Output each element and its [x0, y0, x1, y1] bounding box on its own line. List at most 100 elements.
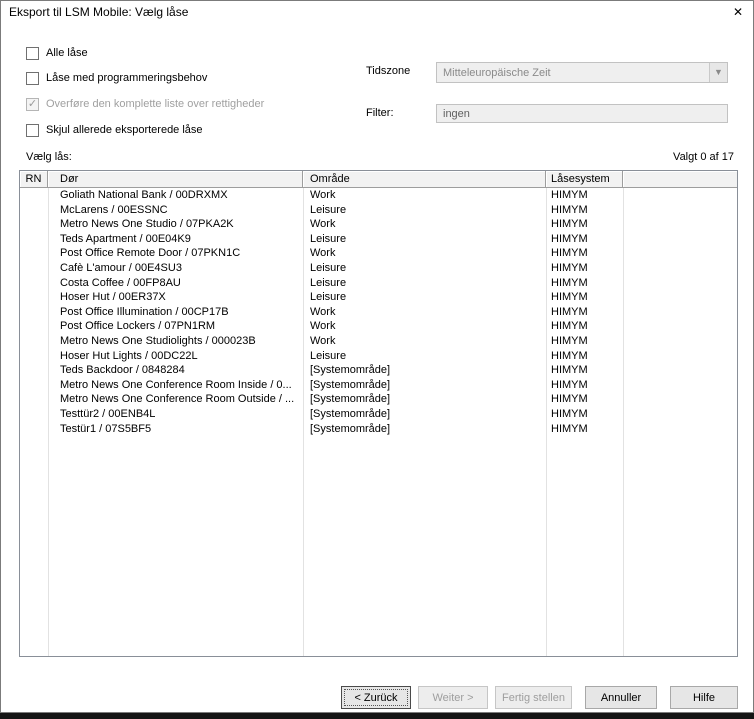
tidszone-select[interactable]: Mitteleuropäische Zeit ▼ — [436, 62, 728, 83]
lock-table: RN Dør Område Låsesystem Goliath Nationa… — [19, 170, 738, 657]
cell-area: Leisure — [310, 203, 347, 216]
selection-status: Valgt 0 af 17 — [673, 151, 734, 163]
table-row[interactable]: Metro News One Studio / 07PKA2K Work HIMYM — [20, 217, 737, 232]
table-row[interactable]: Hoser Hut Lights / 00DC22L Leisure HIMYM — [20, 349, 737, 364]
lock-table-body: Goliath National Bank / 00DRXMX Work HIMYM… — [20, 188, 737, 656]
cell-area: Work — [310, 218, 336, 231]
close-icon[interactable]: ✕ — [723, 1, 753, 23]
window-title: Eksport til LSM Mobile: Vælg låse — [9, 5, 189, 19]
table-row[interactable]: Teds Apartment / 00E04K9 Leisure HIMYM — [20, 232, 737, 247]
titlebar[interactable]: Eksport til LSM Mobile: Vælg låse ✕ — [1, 1, 753, 23]
cell-area: Work — [310, 189, 336, 201]
cell-sys: HIMYM — [551, 189, 588, 201]
cell-sys: HIMYM — [551, 232, 588, 245]
next-button[interactable]: Weiter > — [418, 686, 488, 709]
table-row[interactable]: McLarens / 00ESSNC Leisure HIMYM — [20, 203, 737, 218]
cell-sys: HIMYM — [551, 334, 588, 347]
cell-sys: HIMYM — [551, 203, 588, 216]
checkbox-skjul-eksporterede[interactable]: Skjul allerede eksporterede låse — [26, 123, 203, 137]
cell-sys: HIMYM — [551, 320, 588, 333]
cell-area: Work — [310, 320, 336, 333]
checkbox-box — [26, 123, 39, 137]
background-window-sliver — [0, 713, 754, 719]
cell-rn — [20, 378, 48, 393]
table-row[interactable]: Metro News One Conference Room Outside /… — [20, 392, 737, 407]
table-row[interactable]: Post Office Lockers / 07PN1RM Work HIMYM — [20, 319, 737, 334]
cell-sys: HIMYM — [551, 305, 588, 318]
cell-rn — [20, 407, 48, 422]
cell-area: [Systemområde] — [310, 407, 391, 420]
table-row[interactable]: Teds Backdoor / 0848284 [Systemområde] HIM… — [20, 363, 737, 378]
cell-area: Work — [310, 334, 336, 347]
cell-rn — [20, 334, 48, 349]
checkbox-label: Overføre den komplette liste over rettig… — [46, 98, 265, 110]
cell-area: Work — [310, 247, 336, 260]
table-row[interactable]: Metro News One Studiolights / 000023B Wor… — [20, 334, 737, 349]
cell-area: Leisure — [310, 276, 347, 289]
filter-input[interactable] — [436, 104, 728, 123]
column-header-door[interactable]: Dør — [48, 171, 303, 187]
cell-rn — [20, 261, 48, 276]
cell-sys: HIMYM — [551, 261, 588, 274]
cell-rn — [20, 217, 48, 232]
cell-rn — [20, 392, 48, 407]
cell-sys: HIMYM — [551, 393, 588, 406]
tidszone-label: Tidszone — [366, 65, 411, 77]
table-row[interactable]: Post Office Remote Door / 07PKN1C Work HIM… — [20, 246, 737, 261]
cell-rn — [20, 203, 48, 218]
tidszone-value: Mitteleuropäische Zeit — [443, 66, 551, 79]
cell-sys: HIMYM — [551, 407, 588, 420]
cell-door: Metro News One Conference Room Inside / … — [60, 378, 292, 391]
cell-door: Post Office Lockers / 07PN1RM — [60, 320, 216, 333]
cell-area: [Systemområde] — [310, 422, 391, 435]
column-header-rn[interactable]: RN — [20, 171, 48, 187]
cancel-button[interactable]: Annuller — [585, 686, 657, 709]
column-header-laasesystem[interactable]: Låsesystem — [546, 171, 623, 187]
table-row[interactable]: Goliath National Bank / 00DRXMX Work HIMYM — [20, 188, 737, 203]
chevron-down-icon[interactable]: ▼ — [709, 63, 727, 82]
table-row[interactable]: Cafè L'amour / 00E4SU3 Leisure HIMYM — [20, 261, 737, 276]
checkbox-overfoere-komplet-liste: Overføre den komplette liste over rettig… — [26, 97, 264, 111]
table-header: RN Dør Område Låsesystem — [20, 171, 737, 188]
cell-door: McLarens / 00ESSNC — [60, 203, 168, 216]
cell-rn — [20, 319, 48, 334]
column-header-area[interactable]: Område — [303, 171, 546, 187]
cell-door: Metro News One Conference Room Outside /… — [60, 393, 295, 406]
finish-button[interactable]: Fertig stellen — [495, 686, 572, 709]
cell-sys: HIMYM — [551, 349, 588, 362]
column-header-empty[interactable] — [623, 171, 737, 187]
table-row[interactable]: Testtür2 / 00ENB4L [Systemområde] HIMYM — [20, 407, 737, 422]
table-row[interactable]: Metro News One Conference Room Inside / … — [20, 378, 737, 393]
cell-area: [Systemområde] — [310, 393, 391, 406]
cell-rn — [20, 290, 48, 305]
cell-rn — [20, 188, 48, 203]
cell-door: Goliath National Bank / 00DRXMX — [60, 189, 228, 201]
cell-door: Hoser Hut Lights / 00DC22L — [60, 349, 198, 362]
checkbox-alle-laase[interactable]: Alle låse — [26, 46, 88, 60]
cell-sys: HIMYM — [551, 276, 588, 289]
cell-sys: HIMYM — [551, 218, 588, 231]
cell-rn — [20, 276, 48, 291]
cell-door: Metro News One Studio / 07PKA2K — [60, 218, 234, 231]
back-button[interactable]: < Zurück — [341, 686, 411, 709]
checkbox-label: Skjul allerede eksporterede låse — [46, 124, 203, 136]
cell-door: Testtür2 / 00ENB4L — [60, 407, 156, 420]
cell-area: [Systemområde] — [310, 378, 391, 391]
cell-rn — [20, 246, 48, 261]
checkbox-box — [26, 97, 39, 111]
cell-door: Teds Backdoor / 0848284 — [60, 364, 185, 377]
checkbox-label: Låse med programmeringsbehov — [46, 72, 208, 84]
checkbox-laase-med-programmeringsbehov[interactable]: Låse med programmeringsbehov — [26, 71, 207, 85]
cell-area: [Systemområde] — [310, 364, 391, 377]
table-row[interactable]: Post Office Illumination / 00CP17B Work HI… — [20, 305, 737, 320]
table-row[interactable]: Costa Coffee / 00FP8AU Leisure HIMYM — [20, 276, 737, 291]
table-row[interactable]: Testür1 / 07S5BF5 [Systemområde] HIMYM — [20, 422, 737, 437]
cell-door: Teds Apartment / 00E04K9 — [60, 232, 191, 245]
cell-door: Costa Coffee / 00FP8AU — [60, 276, 181, 289]
table-row[interactable]: Hoser Hut / 00ER37X Leisure HIMYM — [20, 290, 737, 305]
cell-area: Work — [310, 305, 336, 318]
cell-sys: HIMYM — [551, 378, 588, 391]
cell-rn — [20, 349, 48, 364]
help-button[interactable]: Hilfe — [670, 686, 738, 709]
cell-door: Post Office Illumination / 00CP17B — [60, 305, 229, 318]
